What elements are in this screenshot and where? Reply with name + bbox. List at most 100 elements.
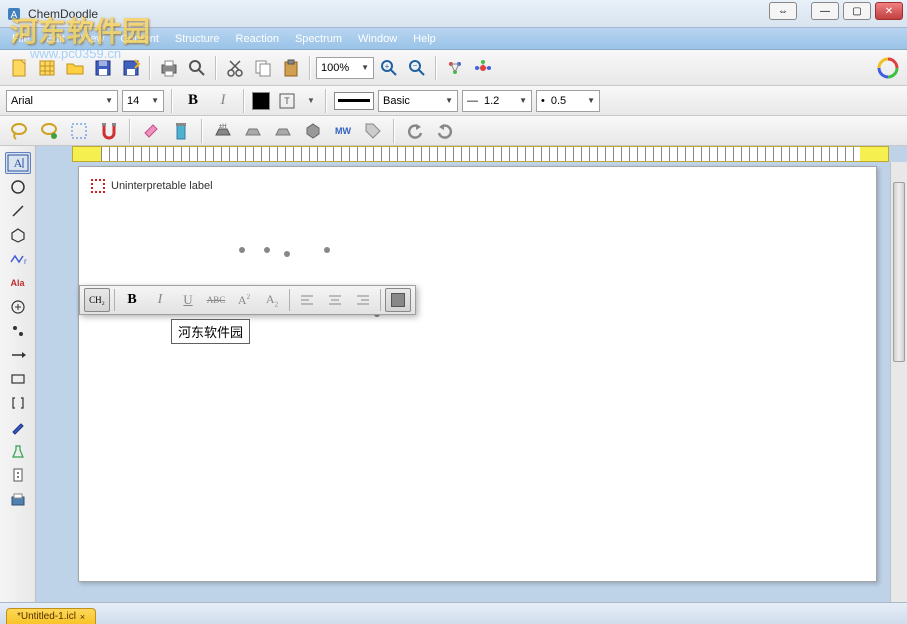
menu-edit[interactable]: Edit xyxy=(40,31,71,47)
save-as-button[interactable] xyxy=(118,55,144,81)
eraser-button[interactable] xyxy=(138,118,164,144)
menu-spectrum[interactable]: Spectrum xyxy=(289,31,348,47)
open-button[interactable] xyxy=(62,55,88,81)
color-swatch[interactable] xyxy=(252,92,270,110)
line-style-combo[interactable]: Basic▼ xyxy=(378,90,458,112)
italic-button[interactable]: I xyxy=(147,288,173,312)
restore-aux-button[interactable]: ⇔ xyxy=(769,2,797,20)
shape-tool[interactable] xyxy=(5,368,31,390)
lasso-button[interactable] xyxy=(6,118,32,144)
superscript-button[interactable]: A2 xyxy=(231,288,257,312)
scrollbar-vertical[interactable] xyxy=(890,162,907,602)
menu-file[interactable]: File xyxy=(6,31,36,47)
iron2-button[interactable] xyxy=(240,118,266,144)
search-button[interactable] xyxy=(184,55,210,81)
undo-button[interactable] xyxy=(402,118,428,144)
maximize-button[interactable]: ▢ xyxy=(843,2,871,20)
hexagon-button[interactable] xyxy=(300,118,326,144)
help-button[interactable] xyxy=(875,55,901,81)
document-page[interactable]: Uninterpretable label CH₂ B I U ABC A2 A… xyxy=(78,166,877,582)
iron3-button[interactable] xyxy=(270,118,296,144)
content-area: A n Ala Uninterpretable label xyxy=(0,146,907,602)
atom-dot[interactable] xyxy=(264,247,270,253)
iron-button[interactable]: ±H xyxy=(210,118,236,144)
atom-dot[interactable] xyxy=(239,247,245,253)
text-input-box[interactable]: 河东软件园 xyxy=(171,319,250,344)
print-button[interactable] xyxy=(156,55,182,81)
text-align-button[interactable]: T xyxy=(274,88,300,114)
copy-button[interactable] xyxy=(250,55,276,81)
tlc-tool[interactable] xyxy=(5,464,31,486)
title-bar: A ChemDoodle ⇔ — ▢ ✕ xyxy=(0,0,907,28)
chevron-down-icon: ▼ xyxy=(513,96,527,105)
separator xyxy=(243,89,245,113)
scrollbar-thumb[interactable] xyxy=(893,182,905,362)
tab-close-icon[interactable]: × xyxy=(80,612,85,622)
zoom-combo[interactable]: 100%▼ xyxy=(316,57,374,79)
save-button[interactable] xyxy=(90,55,116,81)
menu-window[interactable]: Window xyxy=(352,31,403,47)
ring-tool[interactable] xyxy=(5,224,31,246)
redo-button[interactable] xyxy=(432,118,458,144)
text-tool[interactable]: A xyxy=(5,152,31,174)
menu-content[interactable]: Content xyxy=(114,31,165,47)
line-width-combo[interactable]: —1.2▼ xyxy=(462,90,532,112)
arrow-tool[interactable] xyxy=(5,344,31,366)
chem-format-button[interactable]: CH₂ xyxy=(84,288,110,312)
font-combo[interactable]: Arial▼ xyxy=(6,90,118,112)
paste-button[interactable] xyxy=(278,55,304,81)
italic-button[interactable]: I xyxy=(210,88,236,114)
align-center-button[interactable] xyxy=(322,288,348,312)
color-button[interactable] xyxy=(385,288,411,312)
atom-dot[interactable] xyxy=(324,247,330,253)
bold-button[interactable]: B xyxy=(180,88,206,114)
align-left-button[interactable] xyxy=(294,288,320,312)
pen-tool[interactable] xyxy=(5,416,31,438)
dot-size-combo[interactable]: •0.5▼ xyxy=(536,90,600,112)
menu-structure[interactable]: Structure xyxy=(169,31,226,47)
text-format-toolbar: CH₂ B I U ABC A2 A2 xyxy=(79,285,416,315)
chevron-down-icon: ▼ xyxy=(355,63,369,72)
cut-button[interactable] xyxy=(222,55,248,81)
align-right-button[interactable] xyxy=(350,288,376,312)
menu-reaction[interactable]: Reaction xyxy=(230,31,285,47)
warning-text: Uninterpretable label xyxy=(111,180,213,192)
atom-dot[interactable] xyxy=(284,251,290,257)
bracket-tool[interactable] xyxy=(5,392,31,414)
separator xyxy=(201,119,203,143)
amino-tool[interactable]: Ala xyxy=(5,272,31,294)
font-size-combo[interactable]: 14▼ xyxy=(122,90,164,112)
text-dropdown[interactable]: ▼ xyxy=(304,88,318,114)
bond-tool[interactable] xyxy=(5,200,31,222)
svg-text:n: n xyxy=(24,257,27,266)
close-button[interactable]: ✕ xyxy=(875,2,903,20)
cleanup-button[interactable] xyxy=(442,55,468,81)
tag-button[interactable] xyxy=(360,118,386,144)
strike-button[interactable]: ABC xyxy=(203,288,229,312)
tools-toolbar: ±H MW xyxy=(0,116,907,146)
side-toolbar: A n Ala xyxy=(0,146,36,602)
charge-tool[interactable] xyxy=(5,296,31,318)
magnet-button[interactable] xyxy=(96,118,122,144)
chain-tool[interactable]: n xyxy=(5,248,31,270)
circle-tool[interactable] xyxy=(5,176,31,198)
flask-tool[interactable] xyxy=(5,440,31,462)
marquee-button[interactable] xyxy=(66,118,92,144)
mw-button[interactable]: MW xyxy=(330,118,356,144)
zoom-out-button[interactable]: − xyxy=(404,55,430,81)
clear-button[interactable] xyxy=(168,118,194,144)
zoom-in-button[interactable]: + xyxy=(376,55,402,81)
molecule-button[interactable] xyxy=(470,55,496,81)
document-tab[interactable]: *Untitled-1.icl × xyxy=(6,608,96,624)
minimize-button[interactable]: — xyxy=(811,2,839,20)
underline-button[interactable]: U xyxy=(175,288,201,312)
bold-button[interactable]: B xyxy=(119,288,145,312)
new-template-button[interactable] xyxy=(34,55,60,81)
menu-help[interactable]: Help xyxy=(407,31,442,47)
typewriter-tool[interactable] xyxy=(5,488,31,510)
radical-tool[interactable] xyxy=(5,320,31,342)
menu-view[interactable]: View xyxy=(75,31,111,47)
lasso-add-button[interactable] xyxy=(36,118,62,144)
subscript-button[interactable]: A2 xyxy=(259,288,285,312)
new-doc-button[interactable] xyxy=(6,55,32,81)
